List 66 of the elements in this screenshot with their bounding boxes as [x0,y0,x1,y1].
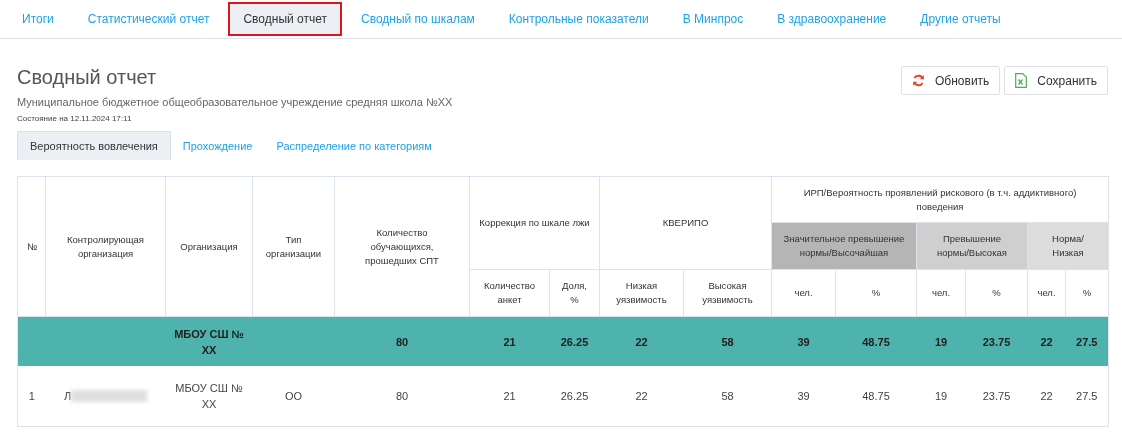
column-header: чел. [1027,269,1066,317]
column-header: Превышение нормы/Высокая [916,222,1028,270]
spreadsheet-file-icon [1015,73,1028,88]
table-cell: 26.25 [560,335,589,348]
save-button[interactable]: Сохранить [1004,66,1108,95]
nav-tab[interactable]: Сводный отчет [228,2,342,36]
report-tab[interactable]: Вероятность вовлечения [17,131,171,160]
table-cell: 22 [635,390,648,402]
column-header: Тип организации [252,176,335,317]
column-header: ИРП/Вероятность проявлений рискового (в т.ч. аддиктивного) поведения [771,176,1109,223]
table-cell: 22 [635,335,648,348]
table-cell: 48.75 [862,335,890,348]
table-cell: МБОУ СШ № XX [174,327,244,356]
table-cell: 80 [395,390,409,402]
column-header: Количество обучающихся, прошедших СПТ [334,176,470,317]
table-cell: 23.75 [982,390,1011,402]
status-text: Состояние на 12.11.2024 17:11 [17,114,133,123]
column-header: Высокая уязвимость [683,269,772,317]
table-cell: 39 [797,390,810,402]
table-cell: 27.5 [1076,335,1098,348]
column-header: Организация [165,176,253,317]
table-cell: 1 [28,390,35,402]
refresh-icon [912,74,925,87]
organization-name: Муниципальное бюджетное общеобразовательное учреждение средняя школа №XX [17,96,453,108]
table-cell: 22 [1040,335,1053,348]
nav-tab[interactable]: В Минпрос [667,2,759,36]
column-header: Низкая уязвимость [599,269,684,317]
column-header: Значительное превышение нормы/Высочайшая [771,222,917,270]
column-header: чел. [771,269,836,317]
column-header: Контролирующая организация [45,176,166,317]
table-cell: МБОУ СШ № XX [175,382,243,410]
table-cell: ОО [284,390,303,402]
column-header: чел. [916,269,966,317]
table-cell: 58 [721,390,734,402]
report-tab[interactable]: Распределение по категориям [264,131,444,160]
nav-tab[interactable]: Сводный по шкалам [346,2,490,36]
column-header: КВЕРИПО [599,176,772,270]
table-cell: 27.5 [1076,390,1098,402]
column-header: % [835,269,917,317]
nav-tab[interactable]: В здравоохранение [762,2,902,36]
nav-tab[interactable]: Итоги [7,2,69,36]
table-cell-text: Л [63,389,72,404]
page-title: Сводный отчет [17,66,158,89]
nav-tab[interactable]: Другие отчеты [905,2,1016,36]
table-cell: 58 [721,335,734,348]
nav-tab[interactable]: Контрольные показатели [493,2,664,36]
table-cell: 39 [797,335,810,348]
column-header: № [17,176,46,317]
column-header: Коррекция по шкале лжи [469,176,600,270]
table-cell: 21 [503,335,516,348]
table-cell: 23.75 [982,335,1011,348]
column-header: % [1065,269,1109,317]
report-tab[interactable]: Прохождение [170,131,265,160]
column-header: Норма/ Низкая [1027,222,1109,270]
column-header: Доля, % [549,269,600,317]
table-cell: 26.25 [560,390,589,402]
column-header: Количество анкет [469,269,550,317]
table-cell: 22 [1040,390,1053,402]
refresh-button[interactable]: Обновить [901,66,1001,95]
table-cell: 80 [395,335,409,348]
column-header: % [965,269,1028,317]
table-cell: 21 [503,390,516,402]
table-cell: 48.75 [862,390,890,402]
table-cell: 19 [934,335,948,348]
nav-tab[interactable]: Статистический отчет [72,2,225,36]
table-cell: 19 [934,390,948,402]
